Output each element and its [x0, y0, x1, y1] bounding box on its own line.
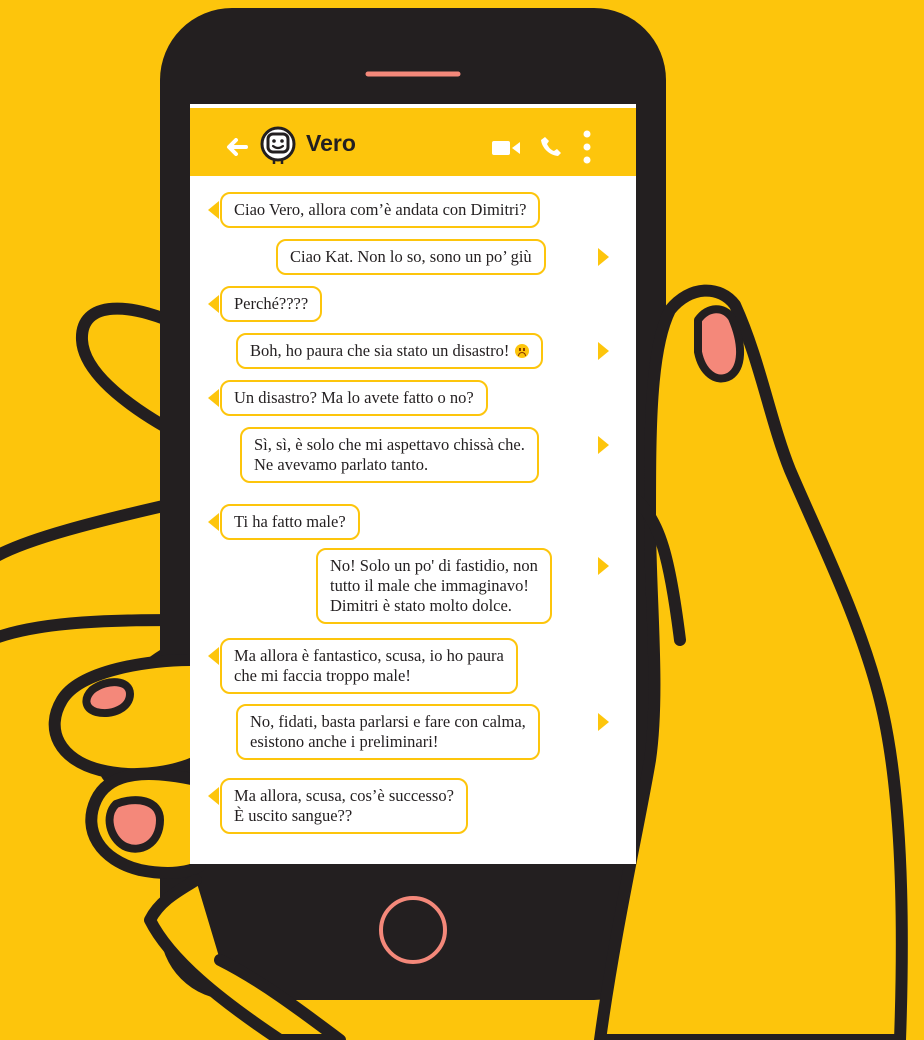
left-finger-2-nail	[105, 796, 164, 853]
bubble-tail	[598, 713, 609, 731]
message-text: È uscito sangue??	[234, 806, 353, 825]
bubble-tail	[598, 248, 609, 266]
message-text: tutto il male che immaginavo!	[330, 576, 529, 595]
message-text: Sì, sì, è solo che mi aspettavo chissà c…	[254, 435, 525, 454]
message-incoming: Ciao Vero, allora com’è andata con Dimit…	[220, 192, 541, 228]
thumb-nail	[694, 305, 745, 383]
message-text: Ma allora è fantastico, scusa, io ho pau…	[234, 646, 504, 665]
left-finger-1	[48, 654, 206, 781]
back-arrow-icon[interactable]	[226, 138, 248, 156]
bubble-tail	[598, 436, 609, 454]
message-incoming: Un disastro? Ma lo avete fatto o no?	[220, 380, 488, 416]
message-text: esistono anche i preliminari!	[250, 732, 439, 751]
message-text: Ma allora, scusa, cos’è successo?	[234, 786, 454, 805]
message-text: Ciao Vero, allora com’è andata con Dimit…	[234, 200, 527, 219]
message-outgoing: Ciao Kat. Non lo so, sono un po’ giù	[276, 239, 546, 275]
message-incoming: Ma allora, scusa, cos’è successo? È usci…	[220, 778, 468, 834]
bubble-tail	[208, 647, 219, 665]
bubble-tail	[208, 201, 219, 219]
message-outgoing: Sì, sì, è solo che mi aspettavo chissà c…	[240, 427, 539, 483]
bubble-tail	[208, 295, 219, 313]
message-text: Ne avevamo parlato tanto.	[254, 455, 429, 474]
message-text: Dimitri è stato molto dolce.	[330, 596, 512, 615]
message-incoming: Ma allora è fantastico, scusa, io ho pau…	[220, 638, 518, 694]
message-text: Perché????	[234, 294, 309, 313]
message-text: che mi faccia troppo male!	[234, 666, 411, 685]
message-text: Un disastro? Ma lo avete fatto o no?	[234, 388, 474, 407]
message-text: No, fidati, basta parlarsi e fare con ca…	[250, 712, 526, 731]
message-text: Ti ha fatto male?	[234, 512, 346, 531]
message-incoming: Perché????	[220, 286, 323, 322]
message-outgoing: No, fidati, basta parlarsi e fare con ca…	[236, 704, 540, 760]
bubble-tail	[208, 513, 219, 531]
bubble-tail	[598, 557, 609, 575]
more-vertical-icon[interactable]	[582, 130, 592, 164]
sad-face-icon	[515, 344, 530, 358]
bubble-tail	[208, 787, 219, 805]
bubble-tail	[208, 389, 219, 407]
bubble-tail	[598, 342, 609, 360]
chat-header: Vero	[190, 104, 636, 176]
phone-icon[interactable]	[540, 135, 562, 157]
message-text: No! Solo un po' di fastidio, non	[330, 556, 538, 575]
message-text: Boh, ho paura che sia stato un disastro!	[250, 341, 530, 361]
message-text: Ciao Kat. Non lo so, sono un po’ giù	[290, 247, 532, 266]
contact-name[interactable]: Vero	[306, 130, 356, 157]
message-outgoing: Boh, ho paura che sia stato un disastro!	[236, 333, 544, 369]
left-finger-1-nail	[82, 678, 134, 717]
message-incoming: Ti ha fatto male?	[220, 504, 360, 540]
bot-avatar-icon[interactable]	[260, 126, 296, 166]
message-outgoing: No! Solo un po' di fastidio, non tutto i…	[316, 548, 552, 624]
phone-screen: Vero Ciao Vero, allora com’è andata con …	[190, 104, 636, 864]
video-call-icon[interactable]	[492, 141, 522, 155]
